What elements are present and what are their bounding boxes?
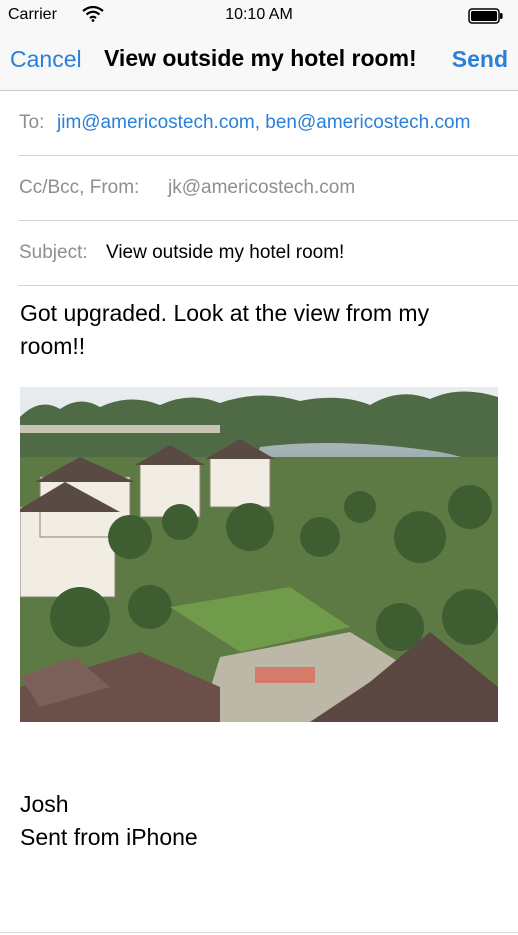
subject-label: Subject: [19,242,88,263]
ccbcc-from-label: Cc/Bcc, From: [19,177,140,198]
divider [18,285,518,286]
bottom-divider [0,932,518,933]
subject-field-row[interactable]: Subject: View outside my hotel room! [0,221,518,286]
signature-name: Josh [20,791,69,817]
to-recipients[interactable]: jim@americostech.com, ben@americostech.c… [57,112,470,134]
to-field-row[interactable]: To: jim@americostech.com, ben@americoste… [0,91,518,156]
compose-title: View outside my hotel room! [104,45,417,71]
signature-sent-from: Sent from iPhone [20,824,198,850]
hotel-view-photo[interactable] [20,387,498,722]
to-label: To: [19,112,45,133]
from-address[interactable]: jk@americostech.com [168,177,355,199]
ccbcc-from-field-row[interactable]: Cc/Bcc, From: jk@americostech.com [0,156,518,221]
cancel-button[interactable]: Cancel [10,46,82,73]
compose-nav-bar: Cancel View outside my hotel room! Send [0,30,518,91]
subject-input[interactable]: View outside my hotel room! [106,242,344,264]
battery-icon [468,8,504,29]
clock-label: 10:10 AM [225,6,293,23]
status-bar: Carrier 10:10 AM [0,0,518,30]
message-body[interactable]: Got upgraded. Look at the view from my r… [20,297,490,363]
send-button[interactable]: Send [452,46,508,73]
